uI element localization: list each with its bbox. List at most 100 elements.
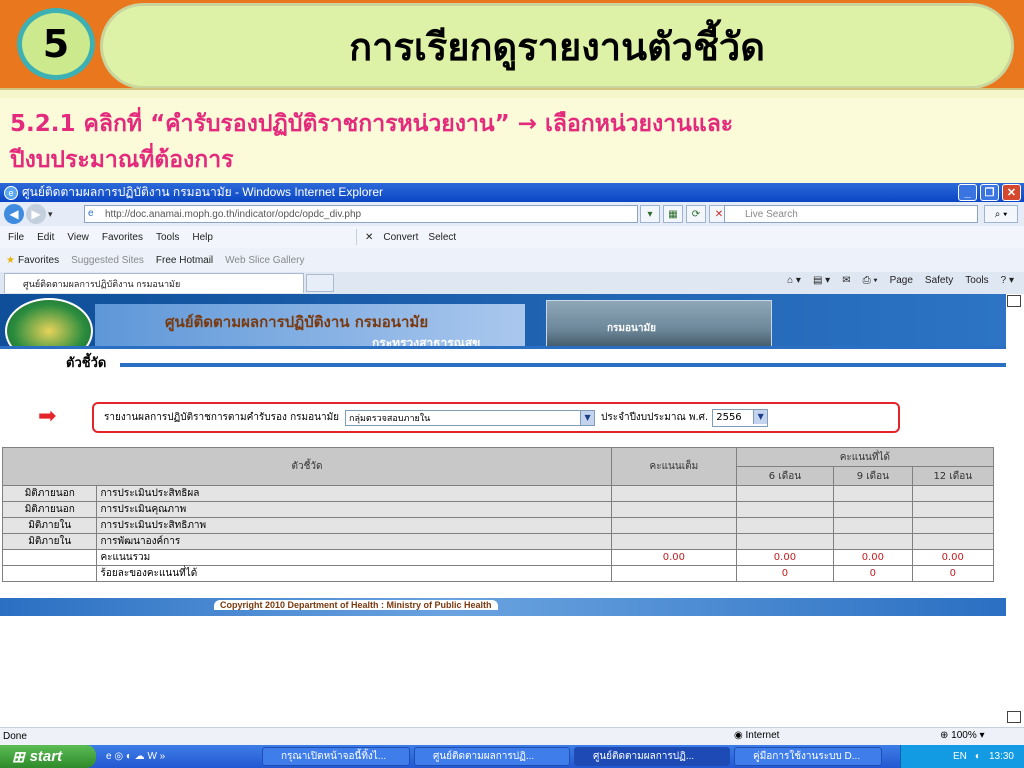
table-row: มิติภายนอก การประเมินประสิทธิผล (1, 485, 995, 502)
row-cell (833, 485, 913, 502)
browser-window: e ศูนย์ติดตามผลการปฏิบัติงาน กรมอนามัย -… (0, 183, 1024, 768)
address-dropdown-icon[interactable]: ▾ (640, 205, 660, 223)
close-button[interactable]: ✕ (1002, 184, 1021, 201)
zoom-level[interactable]: ⊕ 100% ▾ (940, 730, 985, 741)
table-row: มิติภายนอก การประเมินคุณภาพ (1, 501, 995, 518)
address-input[interactable]: e http://doc.anamai.moph.go.th/indicator… (84, 205, 638, 223)
copyright-text: Copyright 2010 Department of Health : Mi… (214, 600, 498, 610)
back-button[interactable]: ◀ (4, 204, 24, 224)
taskbar-item[interactable]: คู่มือการใช้งานระบบ D... (734, 747, 882, 766)
search-placeholder: Live Search (745, 208, 798, 220)
row-cell (911, 485, 995, 502)
menu-file[interactable]: File (8, 232, 24, 243)
window-titlebar: e ศูนย์ติดตามผลการปฏิบัติงาน กรมอนามัย -… (0, 183, 1024, 202)
chevron-down-icon[interactable]: ▼ (753, 409, 768, 424)
header-6-months: 6 เดือน (735, 466, 835, 486)
scroll-down-box[interactable] (1007, 711, 1021, 723)
row-cell (1, 549, 98, 566)
org-select-value: กลุ่มตรวจสอบภายใน (349, 413, 431, 424)
filter-label: รายงานผลการปฏิบัติราชการตามคำรับรอง กรมอ… (104, 412, 340, 423)
slide-title: การเรียกดูรายงานตัวชี้วัด (100, 3, 1014, 89)
free-hotmail-link[interactable]: Free Hotmail (156, 255, 213, 266)
close-toolbar-icon[interactable]: ✕ (365, 232, 373, 243)
safety-menu[interactable]: Safety (925, 275, 953, 286)
tray-icon[interactable]: ◐ (975, 751, 981, 762)
section-label: ตัวชี้วัด (66, 356, 107, 371)
taskbar-item[interactable]: กรุณาเปิดหน้าจอนี้ทิ้งไ... (262, 747, 410, 766)
row-cell (611, 565, 737, 582)
scroll-up-box[interactable] (1007, 295, 1021, 307)
year-select[interactable]: 2556 ▼ (712, 408, 769, 427)
report-filter: รายงานผลการปฏิบัติราชการตามคำรับรอง กรมอ… (92, 402, 900, 433)
menu-edit[interactable]: Edit (37, 232, 54, 243)
mail-icon[interactable]: ✉ (842, 275, 850, 286)
home-icon[interactable]: ⌂ ▾ (787, 275, 801, 286)
forward-button[interactable]: ▶ (26, 204, 46, 224)
status-text: Done (3, 731, 27, 742)
suggested-sites-link[interactable]: Suggested Sites (71, 255, 144, 266)
row-cell (735, 533, 835, 550)
row-cell (911, 533, 995, 550)
table-row: มิติภายใน การพัฒนาองค์การ (1, 533, 995, 550)
row-dimension: มิติภายนอก (1, 485, 98, 502)
tab-bar: ศูนย์ติดตามผลการปฏิบัติงาน กรมอนามัย ⌂ ▾… (0, 272, 1024, 294)
help-icon[interactable]: ? ▾ (1001, 275, 1014, 286)
page-content: ศูนย์ติดตามผลการปฏิบัติงาน กรมอนามัย กระ… (0, 294, 1024, 724)
row-indicator[interactable]: การประเมินคุณภาพ (96, 501, 613, 518)
header-indicator: ตัวชี้วัด (1, 447, 613, 486)
taskbar-item[interactable]: ศูนย์ติดตามผลการปฏิ... (574, 747, 730, 766)
tools-menu[interactable]: Tools (965, 275, 988, 286)
row-indicator[interactable]: การพัฒนาองค์การ (96, 533, 613, 550)
row-indicator[interactable]: การประเมินประสิทธิภาพ (96, 517, 613, 534)
web-slice-label: Web Slice Gallery (225, 254, 305, 266)
language-indicator[interactable]: EN (953, 751, 967, 762)
tab-active[interactable]: ศูนย์ติดตามผลการปฏิบัติงาน กรมอนามัย (4, 273, 304, 293)
refresh-icon[interactable]: ⟳ (686, 205, 706, 223)
org-name: ศูนย์ติดตามผลการปฏิบัติงาน กรมอนามัย (165, 313, 429, 331)
total-full-score: 0.00 (611, 549, 737, 566)
restore-button[interactable]: ❐ (980, 184, 999, 201)
total-12-months: 0.00 (911, 549, 995, 566)
slide-number-badge: 5 (17, 8, 95, 80)
search-icon[interactable]: ⌕ ▾ (984, 205, 1018, 223)
menu-tools[interactable]: Tools (156, 232, 179, 243)
clock: 13:30 (988, 751, 1014, 762)
menu-help[interactable]: Help (192, 232, 213, 243)
menu-view[interactable]: View (67, 232, 89, 243)
favorites-bar: ★ Favorites Suggested Sites Free Hotmail … (0, 248, 1024, 272)
search-input[interactable]: Live Search (724, 205, 978, 223)
taskbar-item-label: ศูนย์ติดตามผลการปฏิ... (593, 751, 695, 762)
page-menu[interactable]: Page (890, 275, 913, 286)
row-cell (611, 501, 737, 518)
slide-subtitle: 5.2.1 คลิกที่ “คำรับรองปฏิบัติราชการหน่ว… (0, 98, 1024, 184)
ie-icon: e (4, 185, 18, 200)
menu-favorites[interactable]: Favorites (102, 232, 143, 243)
row-cell (833, 533, 913, 550)
row-cell (611, 517, 737, 534)
minimize-button[interactable]: _ (958, 184, 977, 201)
header-score: คะแนนที่ได้ (735, 447, 995, 467)
percent-label: ร้อยละของคะแนนที่ได้ (96, 565, 613, 582)
toolbar-extras: ✕ Convert Select (356, 229, 456, 245)
start-button[interactable]: ⊞ start (0, 745, 96, 768)
feeds-icon[interactable]: ▤ ▾ (813, 275, 830, 286)
new-tab-button[interactable] (306, 274, 334, 292)
favorites-button[interactable]: ★ Favorites (6, 255, 59, 266)
print-icon[interactable]: ⎙ ▾ (863, 275, 878, 286)
chevron-down-icon[interactable]: ▼ (580, 410, 595, 425)
total-9-months: 0.00 (833, 549, 913, 566)
select-button[interactable]: Select (428, 232, 456, 243)
command-bar: ⌂ ▾ ▤ ▾ ✉ ⎙ ▾ Page Safety Tools ? ▾ (787, 275, 1014, 286)
table-header-row: ตัวชี้วัด คะแนนเต็ม คะแนนที่ได้ (1, 447, 995, 486)
history-dropdown-icon[interactable]: ▾ (48, 209, 53, 220)
row-cell (735, 485, 835, 502)
section-strip: ตัวชี้วัด (0, 346, 1006, 371)
taskbar-item[interactable]: ศูนย์ติดตามผลการปฏิ... (414, 747, 570, 766)
zone-label: Internet (745, 730, 780, 741)
org-select[interactable]: กลุ่มตรวจสอบภายใน ▼ (345, 409, 596, 426)
compat-view-icon[interactable]: ▦ (663, 205, 683, 223)
row-indicator[interactable]: การประเมินประสิทธิผล (96, 485, 613, 502)
web-slice-gallery-link[interactable]: Web Slice Gallery (225, 255, 304, 266)
total-label: คะแนนรวม (96, 549, 613, 566)
convert-button[interactable]: Convert (383, 232, 418, 243)
